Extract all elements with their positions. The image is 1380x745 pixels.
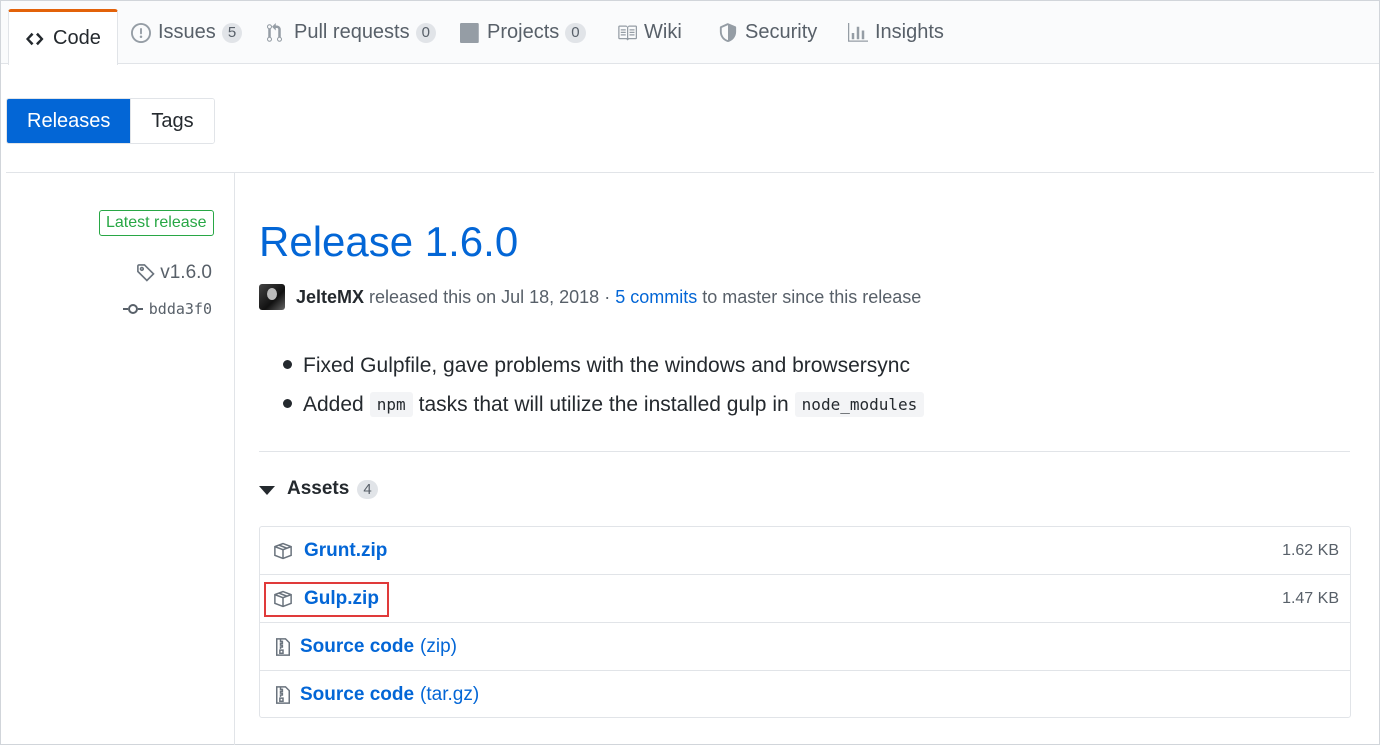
tab-insights[interactable]: Insights xyxy=(847,1,944,64)
tags-tab[interactable]: Tags xyxy=(130,99,214,143)
tab-code-label: Code xyxy=(53,27,101,49)
issues-count: 5 xyxy=(221,22,243,43)
assets-toggle[interactable]: Assets 4 xyxy=(259,478,378,500)
source-format-targz[interactable]: (tar.gz) xyxy=(420,684,479,706)
note-text: Added xyxy=(303,392,364,416)
projects-count: 0 xyxy=(565,22,586,43)
source-code-targz-link[interactable]: Source code xyxy=(300,684,414,706)
release-title[interactable]: Release 1.6.0 xyxy=(259,216,518,268)
list-item: Added npm tasks that will utilize the in… xyxy=(283,385,930,424)
assets-list: Grunt.zip 1.62 KB Gulp.zip 1.47 KB Sourc… xyxy=(259,526,1351,718)
tab-security-label: Security xyxy=(745,21,818,43)
since-text: to master since this release xyxy=(702,286,922,307)
list-item: Fixed Gulpfile, gave problems with the w… xyxy=(283,346,930,385)
inline-code: npm xyxy=(369,392,413,417)
file-zip-icon xyxy=(272,636,294,658)
asset-size: 1.47 KB xyxy=(1282,589,1339,607)
release-commit-link[interactable]: bdda3f0 xyxy=(122,300,212,318)
divider-top xyxy=(6,172,1374,173)
shield-icon xyxy=(717,22,739,44)
releases-tab[interactable]: Releases xyxy=(7,99,131,143)
highlight-box xyxy=(264,582,389,617)
release-tag-label: v1.6.0 xyxy=(160,262,212,283)
list-item: Source code (tar.gz) xyxy=(260,671,1350,719)
asset-link-grunt-zip[interactable]: Grunt.zip xyxy=(304,540,387,562)
tab-wiki-label: Wiki xyxy=(644,21,682,43)
pull-requests-count: 0 xyxy=(415,22,436,43)
graph-icon xyxy=(847,22,869,44)
tab-issues[interactable]: Issues 5 xyxy=(130,1,243,64)
author-link[interactable]: JelteMX xyxy=(296,287,364,308)
git-pull-request-icon xyxy=(266,22,288,44)
list-item: Grunt.zip 1.62 KB xyxy=(260,527,1350,575)
release-tag-link[interactable]: v1.6.0 xyxy=(136,262,212,284)
tab-code[interactable]: Code xyxy=(8,9,118,65)
avatar[interactable] xyxy=(259,284,285,310)
latest-release-badge: Latest release xyxy=(99,210,214,236)
released-text: released this on Jul 18, 2018 · xyxy=(369,286,611,307)
package-icon xyxy=(272,540,294,562)
issue-opened-icon xyxy=(130,22,152,44)
book-icon xyxy=(616,22,638,44)
release-notes: Fixed Gulpfile, gave problems with the w… xyxy=(283,346,930,424)
release-commit-sha: bdda3f0 xyxy=(148,300,212,318)
tab-projects[interactable]: Projects 0 xyxy=(459,1,586,64)
commits-link[interactable]: 5 commits xyxy=(615,287,697,308)
git-commit-icon xyxy=(122,304,143,314)
code-icon xyxy=(25,28,47,50)
tab-security[interactable]: Security xyxy=(717,1,817,64)
assets-count: 4 xyxy=(357,479,378,499)
assets-heading: Assets xyxy=(287,478,350,499)
inline-code: node_modules xyxy=(794,392,925,417)
repo-nav: Code Issues 5 Pull requests 0 Projects 0… xyxy=(1,1,1379,65)
release-byline: JelteMX released this on Jul 18, 2018 · … xyxy=(259,284,921,310)
tag-icon xyxy=(137,264,155,282)
note-text: Fixed Gulpfile, gave problems with the w… xyxy=(303,353,910,377)
tab-insights-label: Insights xyxy=(875,21,944,43)
sidebar-divider xyxy=(234,172,235,745)
tab-projects-label: Projects xyxy=(487,21,560,43)
tab-pull-requests[interactable]: Pull requests 0 xyxy=(266,1,436,64)
asset-size: 1.62 KB xyxy=(1282,541,1339,559)
tab-pull-requests-label: Pull requests xyxy=(294,21,410,43)
source-format-zip[interactable]: (zip) xyxy=(420,636,457,658)
source-code-zip-link[interactable]: Source code xyxy=(300,636,414,658)
list-item: Source code (zip) xyxy=(260,623,1350,671)
note-text: tasks that will utilize the installed gu… xyxy=(418,392,789,416)
releases-subnav: Releases Tags xyxy=(6,98,215,144)
project-icon xyxy=(459,22,481,44)
tab-wiki[interactable]: Wiki xyxy=(616,1,682,64)
divider-assets xyxy=(259,451,1350,452)
file-zip-icon xyxy=(272,684,294,706)
triangle-down-icon xyxy=(259,485,275,495)
tab-issues-label: Issues xyxy=(158,21,216,43)
list-item: Gulp.zip 1.47 KB xyxy=(260,575,1350,623)
